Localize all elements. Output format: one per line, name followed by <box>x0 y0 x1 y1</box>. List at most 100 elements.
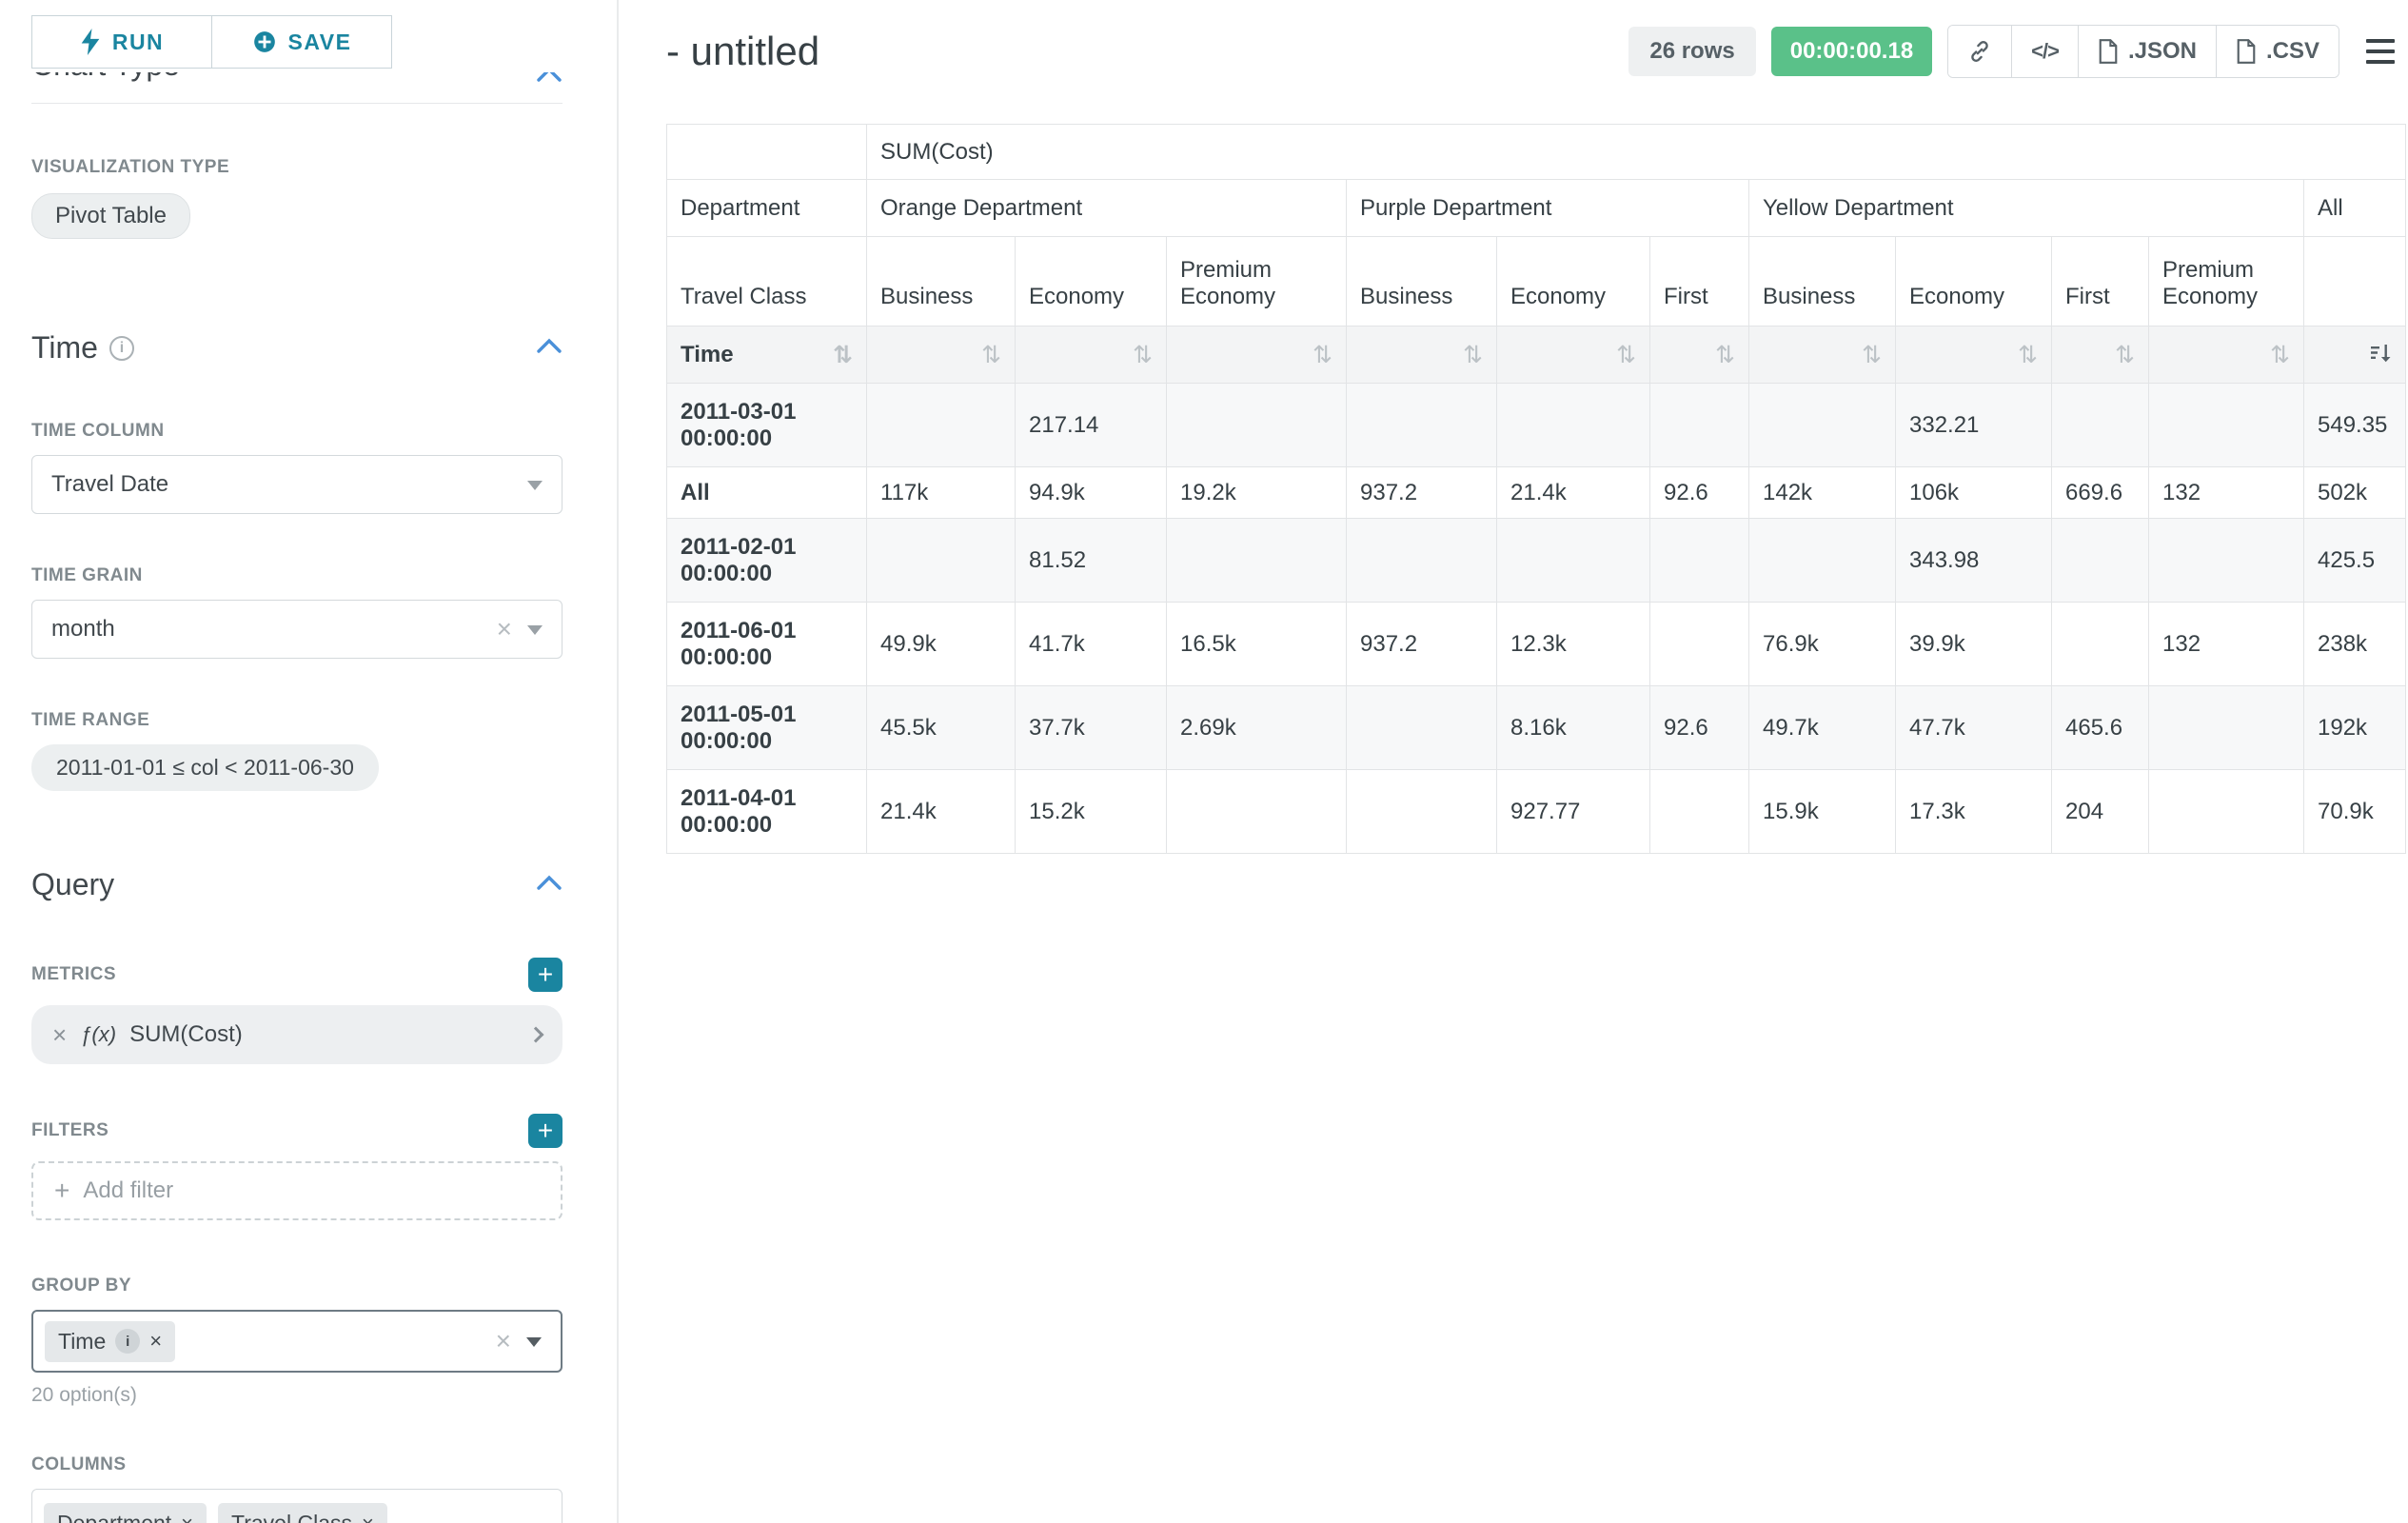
more-options-menu-button[interactable] <box>2355 25 2406 78</box>
collapse-chevron-icon[interactable] <box>536 874 563 896</box>
table-cell: 21.4k <box>867 770 1016 854</box>
time-column-select[interactable]: Travel Date <box>31 455 563 514</box>
sortable-column-cell[interactable]: ⇅ <box>1016 326 1167 384</box>
remove-tag-icon[interactable] <box>362 1512 374 1523</box>
table-cell: 927.77 <box>1497 770 1650 854</box>
copy-link-button[interactable] <box>1948 26 2011 77</box>
sort-icon[interactable]: ⇅ <box>833 343 853 366</box>
column-tag[interactable]: Department <box>44 1503 207 1523</box>
metric-item[interactable]: ƒ(x) SUM(Cost) <box>31 1005 563 1064</box>
time-range-value[interactable]: 2011-01-01 ≤ col < 2011-06-30 <box>31 744 379 791</box>
table-cell: 49.9k <box>867 603 1016 686</box>
clear-icon[interactable] <box>497 616 512 643</box>
chevron-right-icon <box>528 1027 544 1043</box>
sort-icon[interactable]: ⇅ <box>1616 343 1636 366</box>
table-cell: 332.21 <box>1896 384 2052 467</box>
clear-icon[interactable] <box>496 1328 511 1355</box>
table-cell: 465.6 <box>2052 686 2149 770</box>
table-cell <box>1167 770 1347 854</box>
chevron-down-icon[interactable] <box>526 1337 542 1347</box>
embed-code-button[interactable] <box>2011 26 2078 77</box>
row-header-cell: 2011-06-01 00:00:00 <box>667 603 867 686</box>
chevron-down-icon <box>527 625 543 635</box>
chevron-down-icon <box>527 481 543 490</box>
sortable-column-cell[interactable]: ⇅ <box>2052 326 2149 384</box>
table-cell: 19.2k <box>1167 467 1347 519</box>
sortable-column-cell[interactable]: ⇅ <box>1167 326 1347 384</box>
sortable-column-cell[interactable]: ⇅ <box>2149 326 2304 384</box>
row-header-cell: 2011-04-01 00:00:00 <box>667 770 867 854</box>
sort-icon[interactable]: ⇅ <box>1463 343 1483 366</box>
save-button[interactable]: SAVE <box>211 15 392 69</box>
export-json-button[interactable]: .JSON <box>2078 26 2216 77</box>
sortable-column-cell[interactable]: Time ⇅ <box>667 326 867 384</box>
table-cell: 238k <box>2304 603 2406 686</box>
table-cell <box>1347 519 1497 603</box>
sortable-column-cell[interactable]: ⇅ <box>1497 326 1650 384</box>
row-header-cell: All <box>667 467 867 519</box>
table-cell <box>2052 519 2149 603</box>
plus-icon <box>54 1177 69 1204</box>
add-filter-dropzone[interactable]: Add filter <box>31 1161 563 1220</box>
sortable-column-cell[interactable]: ⇅ <box>867 326 1016 384</box>
save-button-label: SAVE <box>288 30 352 55</box>
sort-icon[interactable]: ⇅ <box>2115 343 2135 366</box>
sort-icon[interactable]: ⇅ <box>1715 343 1735 366</box>
group-by-select[interactable]: Time <box>31 1310 563 1373</box>
row-header-cell: 2011-03-01 00:00:00 <box>667 384 867 467</box>
export-json-label: .JSON <box>2128 38 2197 65</box>
sortable-column-cell[interactable]: ⇅ <box>1749 326 1896 384</box>
add-filter-button[interactable] <box>528 1114 563 1148</box>
table-cell: 937.2 <box>1347 603 1497 686</box>
section-divider <box>31 103 563 104</box>
sortable-column-cell[interactable]: ⇅ <box>1650 326 1749 384</box>
export-button-group: .JSON .CSV <box>1947 25 2339 78</box>
pivot-body: 2011-03-01 00:00:00217.14332.21549.35All… <box>667 384 2406 854</box>
add-metric-button[interactable] <box>528 958 563 992</box>
department-group-header: Orange Department <box>867 180 1347 237</box>
run-button[interactable]: RUN <box>31 15 212 69</box>
json-file-icon <box>2098 39 2119 64</box>
chart-title[interactable]: - untitled <box>666 29 819 74</box>
pivot-table: SUM(Cost)DepartmentOrange DepartmentPurp… <box>666 124 2406 854</box>
travel-class-header: Business <box>867 237 1016 326</box>
time-grain-select[interactable]: month <box>31 600 563 659</box>
table-cell: 92.6 <box>1650 467 1749 519</box>
function-icon: ƒ(x) <box>80 1022 116 1047</box>
table-cell: 41.7k <box>1016 603 1167 686</box>
pivot-corner-cell <box>667 125 867 180</box>
sort-icon[interactable]: ⇅ <box>1313 343 1332 366</box>
table-cell <box>1497 384 1650 467</box>
visualization-type-value[interactable]: Pivot Table <box>31 193 190 239</box>
sortable-column-cell[interactable]: ⇅ <box>1896 326 2052 384</box>
travel-class-header: First <box>2052 237 2149 326</box>
sort-icon[interactable]: ⇅ <box>2018 343 2038 366</box>
table-cell: 15.2k <box>1016 770 1167 854</box>
table-cell <box>2052 603 2149 686</box>
table-cell <box>1650 384 1749 467</box>
export-csv-button[interactable]: .CSV <box>2216 26 2339 77</box>
sort-icon[interactable]: ⇅ <box>981 343 1001 366</box>
sort-icon[interactable]: ⇅ <box>1862 343 1882 366</box>
time-section-header[interactable]: Time <box>31 330 563 366</box>
chevron-up-icon[interactable] <box>536 72 563 83</box>
time-row-label: Time <box>681 342 734 368</box>
sort-icon[interactable]: ⇅ <box>1133 343 1153 366</box>
metric-name: SUM(Cost) <box>129 1021 243 1048</box>
columns-select[interactable]: Department Travel Class <box>31 1489 563 1523</box>
query-section-header[interactable]: Query <box>31 867 563 902</box>
column-tag[interactable]: Travel Class <box>218 1503 387 1523</box>
remove-metric-icon[interactable] <box>52 1020 67 1050</box>
table-cell: 142k <box>1749 467 1896 519</box>
link-icon <box>1967 39 1992 64</box>
remove-tag-icon[interactable] <box>149 1329 162 1354</box>
travel-class-header: First <box>1650 237 1749 326</box>
sort-icon[interactable]: ⇅ <box>2270 343 2290 366</box>
sort-desc-active-icon[interactable] <box>2369 342 2392 368</box>
group-by-tag[interactable]: Time <box>45 1321 175 1362</box>
query-section-title: Query <box>31 867 114 902</box>
sortable-column-cell[interactable] <box>2304 326 2406 384</box>
collapse-chevron-icon[interactable] <box>536 337 563 359</box>
sortable-column-cell[interactable]: ⇅ <box>1347 326 1497 384</box>
remove-tag-icon[interactable] <box>181 1512 193 1523</box>
